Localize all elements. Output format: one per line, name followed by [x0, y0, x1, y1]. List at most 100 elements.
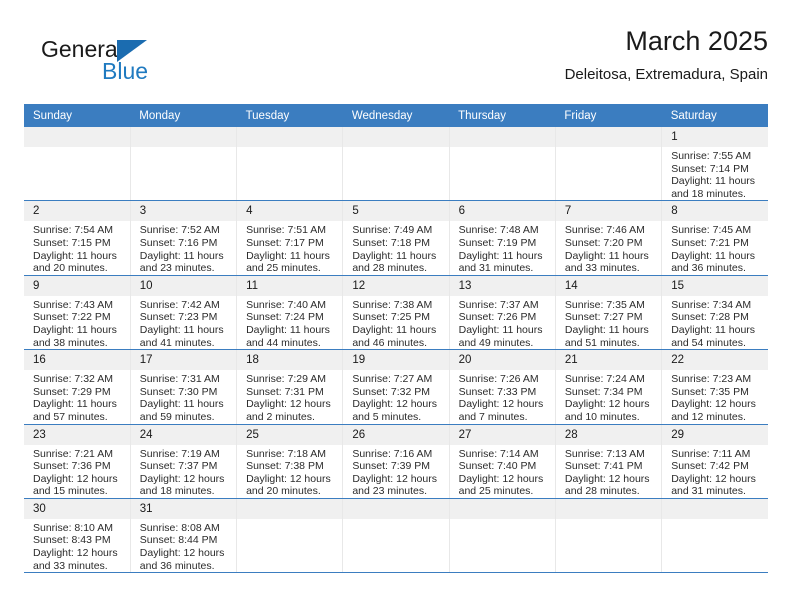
calendar-day-cell[interactable]: 26 Sunrise: 7:16 AM Sunset: 7:39 PM Dayligh… — [342, 424, 450, 499]
calendar-day-cell[interactable]: 29 Sunrise: 7:11 AM Sunset: 7:42 PM Dayligh… — [661, 424, 768, 499]
calendar-cell-empty[interactable] — [555, 127, 663, 202]
sunset-text: Sunset: 7:36 PM — [33, 460, 111, 473]
day-sun-info: Sunrise: 7:32 AM Sunset: 7:29 PM Daylight:… — [24, 370, 130, 423]
sunrise-text: Sunrise: 7:43 AM — [33, 298, 113, 311]
day-number — [343, 127, 449, 147]
calendar-cell-empty[interactable] — [236, 498, 344, 574]
calendar-day-cell[interactable]: 28 Sunrise: 7:13 AM Sunset: 7:41 PM Dayligh… — [555, 424, 663, 499]
calendar-day-cell[interactable]: 16 Sunrise: 7:32 AM Sunset: 7:29 PM Dayligh… — [24, 349, 131, 425]
daylight-text-line2: and 36 minutes. — [671, 262, 746, 275]
day-sun-info: Sunrise: 7:54 AM Sunset: 7:15 PM Daylight:… — [24, 221, 130, 274]
calendar-day-cell[interactable]: 22 Sunrise: 7:23 AM Sunset: 7:35 PM Dayligh… — [661, 349, 768, 425]
daylight-text-line1: Daylight: 11 hours — [671, 249, 756, 262]
daylight-text-line1: Daylight: 11 hours — [564, 249, 649, 262]
calendar-day-cell[interactable]: 8 Sunrise: 7:45 AM Sunset: 7:21 PM Daylight… — [661, 200, 768, 276]
day-number: 19 — [343, 350, 449, 371]
calendar-day-cell[interactable]: 13 Sunrise: 7:37 AM Sunset: 7:26 PM Dayligh… — [449, 275, 556, 351]
calendar-day-cell[interactable]: 14 Sunrise: 7:35 AM Sunset: 7:27 PM Dayligh… — [555, 275, 663, 351]
calendar-cell-empty[interactable] — [342, 127, 450, 202]
general-blue-logo: General Blue — [41, 36, 181, 88]
logo-text-blue: Blue — [102, 58, 149, 84]
calendar-cell-empty[interactable] — [130, 127, 238, 202]
calendar-day-cell[interactable]: 21 Sunrise: 7:24 AM Sunset: 7:34 PM Dayligh… — [555, 349, 663, 425]
calendar-day-cell[interactable]: 3 Sunrise: 7:52 AM Sunset: 7:16 PM Daylight… — [130, 200, 238, 276]
day-number — [237, 498, 343, 519]
sunrise-text: Sunrise: 7:32 AM — [33, 373, 113, 386]
day-sun-info: Sunrise: 7:16 AM Sunset: 7:39 PM Daylight:… — [343, 445, 448, 498]
calendar-cell-empty[interactable] — [342, 498, 450, 574]
daylight-text-line2: and 10 minutes. — [564, 410, 640, 423]
sunset-text: Sunset: 7:24 PM — [246, 311, 324, 324]
daylight-text-line1: Daylight: 12 hours — [671, 398, 756, 411]
daylight-text-line1: Daylight: 11 hours — [33, 398, 117, 411]
daylight-text-line2: and 28 minutes. — [564, 485, 640, 498]
calendar-cell-empty[interactable] — [555, 498, 663, 574]
calendar-cell-empty[interactable] — [236, 127, 344, 202]
daylight-text-line2: and 51 minutes. — [564, 336, 640, 349]
calendar-page: General Blue March 2025 Deleitosa, Extre… — [0, 0, 792, 612]
calendar-table: Sunday Monday Tuesday Wednesday Thursday… — [24, 104, 768, 574]
calendar-day-cell[interactable]: 4 Sunrise: 7:51 AM Sunset: 7:17 PM Daylight… — [236, 200, 344, 276]
daylight-text-line1: Daylight: 11 hours — [33, 323, 117, 336]
day-sun-info: Sunrise: 7:18 AM Sunset: 7:38 PM Daylight:… — [237, 445, 342, 498]
day-sun-info: Sunrise: 7:46 AM Sunset: 7:20 PM Daylight:… — [556, 221, 661, 274]
calendar-day-cell[interactable]: 12 Sunrise: 7:38 AM Sunset: 7:25 PM Dayligh… — [342, 275, 450, 351]
calendar-day-cell[interactable]: 30 Sunrise: 8:10 AM Sunset: 8:43 PM Dayligh… — [24, 498, 131, 574]
calendar-day-cell[interactable]: 2 Sunrise: 7:54 AM Sunset: 7:15 PM Daylight… — [24, 200, 131, 276]
day-sun-info: Sunrise: 7:13 AM Sunset: 7:41 PM Daylight:… — [556, 445, 661, 498]
daylight-text-line1: Daylight: 12 hours — [458, 472, 544, 485]
daylight-text-line1: Daylight: 12 hours — [139, 472, 225, 485]
calendar-cell-empty[interactable] — [24, 127, 131, 202]
daylight-text-line1: Daylight: 12 hours — [33, 472, 118, 485]
calendar-day-cell[interactable]: 5 Sunrise: 7:49 AM Sunset: 7:18 PM Daylight… — [342, 200, 450, 276]
sunrise-text: Sunrise: 7:19 AM — [139, 447, 220, 460]
day-number: 22 — [662, 350, 768, 371]
calendar-day-cell[interactable]: 17 Sunrise: 7:31 AM Sunset: 7:30 PM Dayligh… — [130, 349, 238, 425]
sunrise-text: Sunrise: 7:45 AM — [671, 224, 752, 237]
calendar-week-row: 23 Sunrise: 7:21 AM Sunset: 7:36 PM Dayligh… — [24, 424, 768, 499]
sunrise-text: Sunrise: 7:54 AM — [33, 224, 113, 237]
calendar-cell-empty[interactable] — [449, 498, 556, 574]
calendar-day-cell[interactable]: 20 Sunrise: 7:26 AM Sunset: 7:33 PM Dayligh… — [449, 349, 556, 425]
calendar-day-cell[interactable]: 1 Sunrise: 7:55 AM Sunset: 7:14 PM Daylight… — [661, 127, 768, 202]
sunrise-text: Sunrise: 7:14 AM — [458, 447, 539, 460]
sunrise-text: Sunrise: 7:23 AM — [671, 373, 752, 386]
day-sun-info: Sunrise: 7:23 AM Sunset: 7:35 PM Daylight:… — [662, 370, 768, 423]
sunrise-text: Sunrise: 7:37 AM — [458, 298, 539, 311]
calendar-day-cell[interactable]: 27 Sunrise: 7:14 AM Sunset: 7:40 PM Dayligh… — [449, 424, 556, 499]
calendar-day-cell[interactable]: 24 Sunrise: 7:19 AM Sunset: 7:37 PM Dayligh… — [130, 424, 238, 499]
day-number: 7 — [555, 201, 662, 222]
day-number — [555, 498, 662, 519]
sunrise-text: Sunrise: 7:26 AM — [458, 373, 539, 386]
calendar-cell-empty[interactable] — [661, 498, 768, 574]
calendar-day-cell[interactable]: 11 Sunrise: 7:40 AM Sunset: 7:24 PM Dayligh… — [236, 275, 344, 351]
sunrise-text: Sunrise: 7:49 AM — [352, 224, 433, 237]
calendar-cell-empty[interactable] — [449, 127, 556, 202]
calendar-day-cell[interactable]: 6 Sunrise: 7:48 AM Sunset: 7:19 PM Daylight… — [449, 200, 556, 276]
sunset-text: Sunset: 7:40 PM — [458, 460, 537, 473]
calendar-day-cell[interactable]: 18 Sunrise: 7:29 AM Sunset: 7:31 PM Dayligh… — [236, 349, 344, 425]
calendar-day-cell[interactable]: 9 Sunrise: 7:43 AM Sunset: 7:22 PM Daylight… — [24, 275, 131, 351]
daylight-text-line1: Daylight: 12 hours — [246, 398, 331, 411]
sunrise-text: Sunrise: 7:24 AM — [564, 373, 645, 386]
day-sun-info: Sunrise: 7:35 AM Sunset: 7:27 PM Daylight:… — [556, 296, 661, 349]
calendar-day-cell[interactable]: 25 Sunrise: 7:18 AM Sunset: 7:38 PM Dayligh… — [236, 424, 344, 499]
calendar-day-cell[interactable]: 31 Sunrise: 8:08 AM Sunset: 8:44 PM Dayligh… — [130, 498, 238, 574]
day-sun-info: Sunrise: 8:10 AM Sunset: 8:43 PM Daylight:… — [24, 519, 130, 572]
calendar-week-row: 2 Sunrise: 7:54 AM Sunset: 7:15 PM Daylight… — [24, 200, 768, 276]
sunrise-text: Sunrise: 7:31 AM — [139, 373, 220, 386]
calendar-day-cell[interactable]: 19 Sunrise: 7:27 AM Sunset: 7:32 PM Dayligh… — [342, 349, 450, 425]
day-number: 9 — [24, 275, 130, 296]
calendar-week-row: 1 Sunrise: 7:55 AM Sunset: 7:14 PM Daylight… — [24, 127, 768, 202]
calendar-day-cell[interactable]: 10 Sunrise: 7:42 AM Sunset: 7:23 PM Dayligh… — [130, 275, 238, 351]
calendar-day-cell[interactable]: 23 Sunrise: 7:21 AM Sunset: 7:36 PM Dayligh… — [24, 424, 131, 499]
calendar-day-cell[interactable]: 7 Sunrise: 7:46 AM Sunset: 7:20 PM Daylight… — [555, 200, 663, 276]
daylight-text-line1: Daylight: 11 hours — [139, 249, 224, 262]
day-number: 18 — [237, 350, 343, 371]
sunset-text: Sunset: 7:21 PM — [671, 236, 749, 249]
day-sun-info: Sunrise: 7:29 AM Sunset: 7:31 PM Daylight:… — [237, 370, 342, 423]
daylight-text-line2: and 2 minutes. — [246, 410, 315, 423]
day-sun-info: Sunrise: 7:42 AM Sunset: 7:23 PM Daylight:… — [131, 296, 236, 349]
daylight-text-line1: Daylight: 12 hours — [564, 472, 650, 485]
calendar-day-cell[interactable]: 15 Sunrise: 7:34 AM Sunset: 7:28 PM Dayligh… — [661, 275, 768, 351]
